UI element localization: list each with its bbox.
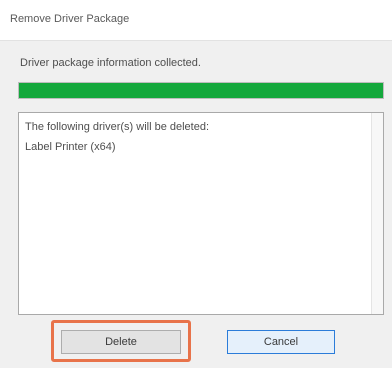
vertical-scrollbar[interactable]	[371, 113, 383, 314]
window-title: Remove Driver Package	[10, 13, 130, 25]
delete-button[interactable]: Delete	[61, 330, 181, 354]
title-bar[interactable]: Remove Driver Package	[0, 0, 392, 41]
cancel-button[interactable]: Cancel	[227, 330, 335, 354]
status-label: Driver package information collected.	[20, 57, 201, 69]
progress-bar	[18, 82, 384, 99]
driver-list-box[interactable]: The following driver(s) will be deleted:…	[18, 112, 384, 315]
remove-driver-package-dialog: Remove Driver Package Driver package inf…	[0, 0, 392, 368]
list-line-header: The following driver(s) will be deleted:	[25, 121, 210, 133]
list-line-driver: Label Printer (x64)	[25, 141, 116, 153]
progress-bar-fill	[19, 83, 383, 98]
